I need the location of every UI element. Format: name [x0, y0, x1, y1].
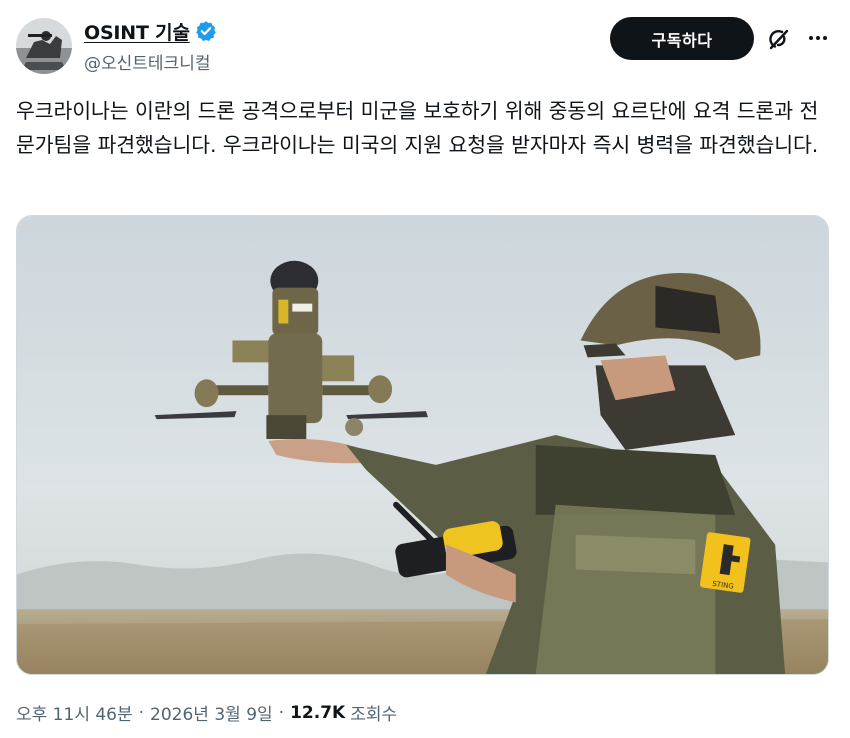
views-label: 조회수: [350, 705, 398, 725]
post-text: 우크라이나는 이란의 드론 공격으로부터 미군을 보호하기 위해 중동의 요르단…: [16, 99, 819, 157]
post-header: OSINT 기술 @오신트테크니컬 구독하다: [16, 16, 830, 74]
author-names: OSINT 기술 @오신트테크니컬: [84, 19, 217, 74]
post-date[interactable]: 2026년 3월 9일: [150, 700, 273, 725]
avatar-image: [16, 18, 72, 74]
author-avatar[interactable]: [16, 18, 72, 74]
verified-badge-icon[interactable]: [195, 20, 217, 42]
display-name-row: OSINT 기술: [84, 18, 217, 45]
post-time[interactable]: 오후 11시 46분: [16, 700, 133, 725]
views-count[interactable]: 12.7K: [290, 703, 345, 723]
meta-separator: ·: [138, 702, 145, 723]
post-card: OSINT 기술 @오신트테크니컬 구독하다 우크라이나는 이란의 드론 공격으…: [0, 0, 850, 738]
grok-icon[interactable]: [766, 26, 792, 52]
author-handle[interactable]: @오신트테크니컬: [84, 49, 217, 74]
post-media-image[interactable]: STING: [16, 215, 829, 675]
subscribe-button[interactable]: 구독하다: [610, 17, 754, 60]
author-display-name[interactable]: OSINT 기술: [84, 18, 190, 45]
drone-soldier-photo: STING: [17, 216, 828, 674]
more-icon[interactable]: [804, 24, 832, 52]
post-meta: 오후 11시 46분 · 2026년 3월 9일 · 12.7K 조회수: [16, 700, 398, 726]
meta-separator-2: ·: [278, 702, 285, 723]
sting-patch: STING: [700, 532, 751, 593]
